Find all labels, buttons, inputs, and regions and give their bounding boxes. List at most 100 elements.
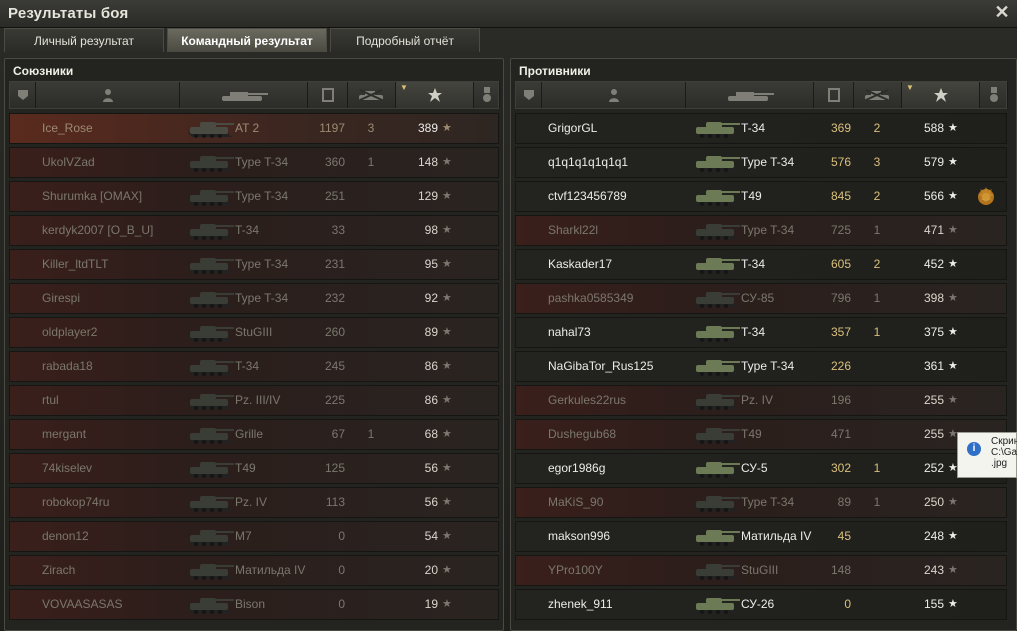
table-row[interactable]: Shurumka [OMAX] Type T-34 251 129 ★ <box>9 181 499 212</box>
column-header-kills[interactable] <box>348 82 396 108</box>
table-row[interactable]: pashka0585349 СУ-85 796 1 398 ★ <box>515 283 1007 314</box>
tab-detailed-report[interactable]: Подробный отчёт <box>330 28 480 52</box>
player-name: makson996 <box>548 529 611 543</box>
kills-value <box>361 556 381 585</box>
table-row[interactable]: egor1986g СУ-5 302 1 252 ★ <box>515 453 1007 484</box>
star-icon: ★ <box>948 292 958 304</box>
table-row[interactable]: UkolVZad Type T-34 360 1 148 ★ <box>9 147 499 178</box>
xp-value: 95 <box>424 257 438 271</box>
column-header-kills[interactable] <box>854 82 902 108</box>
star-icon <box>933 87 949 103</box>
table-row[interactable]: nahal73 T-34 357 1 375 ★ <box>515 317 1007 348</box>
player-name: MaKiS_90 <box>548 495 604 509</box>
xp-value: 155 <box>923 597 944 611</box>
column-header-medals[interactable] <box>980 82 1008 108</box>
destroyed-tank-icon <box>357 88 387 102</box>
tank-icon <box>182 556 238 585</box>
damage-value: 1197 <box>319 121 345 135</box>
table-row[interactable]: Girespi Type T-34 232 92 ★ <box>9 283 499 314</box>
table-row[interactable]: robokop74ru Pz. IV 113 56 ★ <box>9 487 499 518</box>
column-header-tank[interactable] <box>180 82 308 108</box>
table-row[interactable]: GrigorGL T-34 369 2 588 ★ <box>515 113 1007 144</box>
enemies-title: Противники <box>519 64 591 78</box>
column-header-damage[interactable] <box>308 82 348 108</box>
damage-value: 125 <box>324 461 345 475</box>
player-name: Sharkl22l <box>548 223 599 237</box>
xp-value: 255 <box>923 427 944 441</box>
close-icon[interactable]: ✕ <box>993 3 1011 21</box>
star-icon: ★ <box>948 530 958 542</box>
xp-value: 20 <box>424 563 438 577</box>
damage-value: 845 <box>830 189 851 203</box>
damage-value: 196 <box>830 393 851 407</box>
star-icon: ★ <box>442 496 452 508</box>
star-icon: ★ <box>948 190 958 202</box>
squad-icon <box>522 88 536 102</box>
player-name: ctvf123456789 <box>548 189 627 203</box>
star-icon: ★ <box>442 292 452 304</box>
table-row[interactable]: Zirach Матильда IV 0 20 ★ <box>9 555 499 586</box>
table-row[interactable]: Killer_ltdTLT Type T-34 231 95 ★ <box>9 249 499 280</box>
xp-value: 361 <box>923 359 944 373</box>
table-row[interactable]: 74kiselev T49 125 56 ★ <box>9 453 499 484</box>
damage-value: 231 <box>324 257 345 271</box>
table-row[interactable]: zhenek_911 СУ-26 0 155 ★ <box>515 589 1007 620</box>
damage-value: 357 <box>830 325 851 339</box>
kills-value: 1 <box>873 461 881 475</box>
star-icon: ★ <box>948 326 958 338</box>
table-row[interactable]: Sharkl22l Type T-34 725 1 471 ★ <box>515 215 1007 246</box>
star-icon: ★ <box>442 394 452 406</box>
damage-value: 360 <box>324 155 345 169</box>
column-header-xp[interactable]: ▼ <box>902 82 980 108</box>
xp-value: 398 <box>923 291 944 305</box>
column-header-damage[interactable] <box>814 82 854 108</box>
table-row[interactable]: oldplayer2 StuGIII 260 89 ★ <box>9 317 499 348</box>
table-row[interactable]: rabada18 T-34 245 86 ★ <box>9 351 499 382</box>
damage-value: 369 <box>830 121 851 135</box>
column-header-tank[interactable] <box>686 82 814 108</box>
column-header-squad[interactable] <box>516 82 542 108</box>
tank-icon <box>688 420 744 449</box>
table-row[interactable]: YPro100Y StuGIII 148 243 ★ <box>515 555 1007 586</box>
table-row[interactable]: kerdyk2007 [O_B_U] T-34 33 98 ★ <box>9 215 499 246</box>
column-header-xp[interactable]: ▼ <box>396 82 474 108</box>
column-header-medals[interactable] <box>474 82 500 108</box>
battle-results-window: Результаты боя ✕ Личный результат Команд… <box>0 0 1017 631</box>
column-header-player[interactable] <box>542 82 686 108</box>
table-row[interactable]: Dushegub68 T49 471 255 ★ <box>515 419 1007 450</box>
xp-value: 471 <box>923 223 944 237</box>
damage-value: 45 <box>837 529 851 543</box>
table-row[interactable]: denon12 M7 0 54 ★ <box>9 521 499 552</box>
table-row[interactable]: q1q1q1q1q1q1 Type T-34 576 3 579 ★ <box>515 147 1007 178</box>
kills-value: 1 <box>873 325 881 339</box>
table-row[interactable]: NaGibaTor_Rus125 Type T-34 226 361 ★ <box>515 351 1007 382</box>
table-row[interactable]: Gerkules22rus Pz. IV 196 255 ★ <box>515 385 1007 416</box>
xp-value: 255 <box>923 393 944 407</box>
table-row[interactable]: rtul Pz. III/IV 225 86 ★ <box>9 385 499 416</box>
star-icon: ★ <box>948 394 958 406</box>
kills-value: 1 <box>367 427 375 441</box>
medal-icon <box>974 182 998 211</box>
player-name: robokop74ru <box>42 495 110 509</box>
column-header-squad[interactable] <box>10 82 36 108</box>
tank-icon <box>688 590 744 619</box>
table-row[interactable]: mergant Grille 67 1 68 ★ <box>9 419 499 450</box>
star-icon: ★ <box>442 258 452 270</box>
tab-personal-result[interactable]: Личный результат <box>4 28 164 52</box>
column-header-player[interactable] <box>36 82 180 108</box>
table-row[interactable]: MaKiS_90 Type T-34 89 1 250 ★ <box>515 487 1007 518</box>
player-name: Gerkules22rus <box>548 393 627 407</box>
medal-icon <box>988 87 1000 103</box>
player-name: zhenek_911 <box>548 597 613 611</box>
table-row[interactable]: makson996 Матильда IV 45 248 ★ <box>515 521 1007 552</box>
table-row[interactable]: Ice_Rose AT 2 1197 3 389 ★ <box>9 113 499 144</box>
table-row[interactable]: VOVAASASAS Bison 0 19 ★ <box>9 589 499 620</box>
kills-value <box>361 488 381 517</box>
screenshot-notification[interactable]: i Скрин C:\Ga .jpg <box>957 432 1017 478</box>
table-row[interactable]: ctvf123456789 T49 845 2 566 ★ <box>515 181 1007 212</box>
table-row[interactable]: Kaskader17 T-34 605 2 452 ★ <box>515 249 1007 280</box>
tab-team-result[interactable]: Командный результат <box>167 28 327 52</box>
tank-icon <box>218 88 270 102</box>
squad-icon <box>16 88 30 102</box>
kills-value <box>361 590 381 619</box>
